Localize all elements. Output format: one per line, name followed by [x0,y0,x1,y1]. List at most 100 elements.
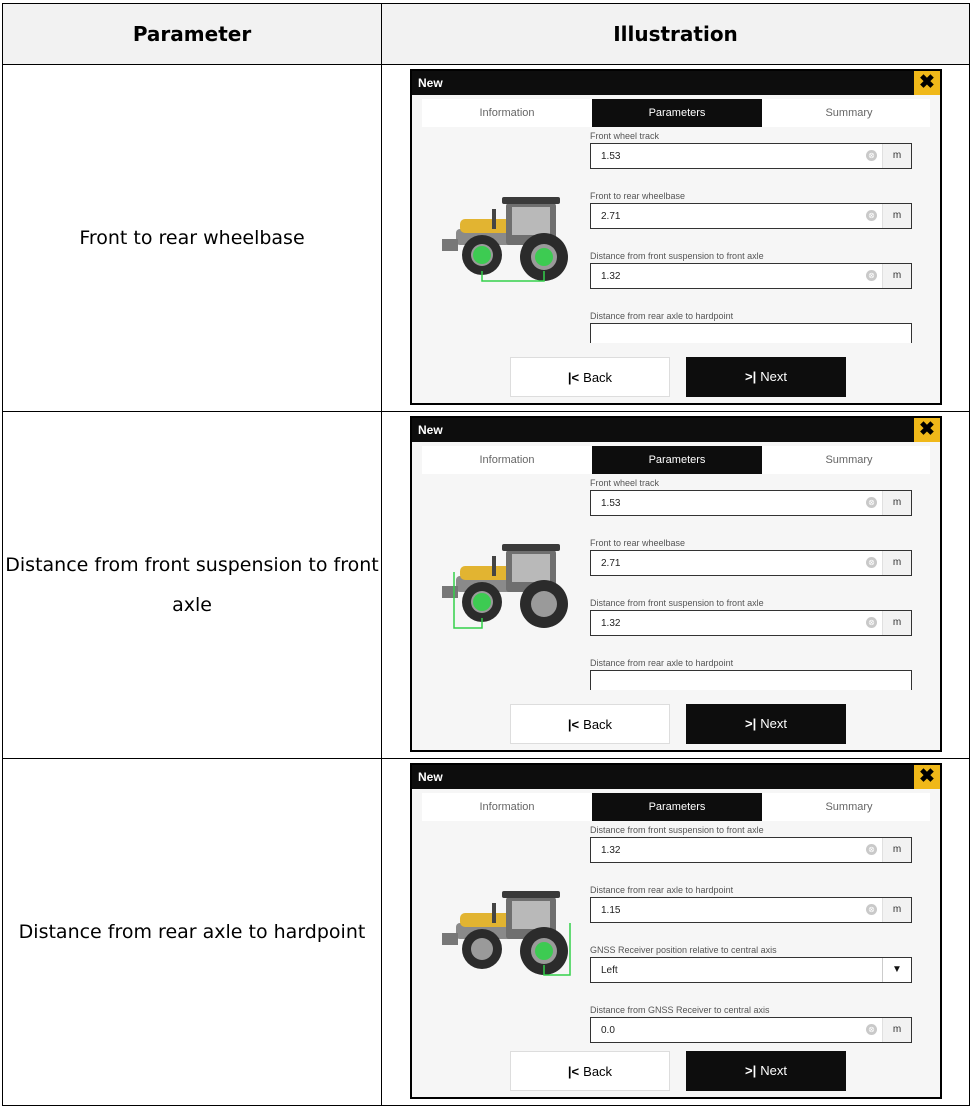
value-input[interactable]: 1.15 ⊗ m [590,897,912,923]
dialog-footer: |< Back >| Next [412,1043,940,1097]
title-bar: New ✖ [412,418,940,442]
tab-information[interactable]: Information [422,99,592,127]
tab-information[interactable]: Information [422,446,592,474]
tab-information[interactable]: Information [422,793,592,821]
field-value: 1.53 [601,151,621,162]
table-row: Distance from front suspension to front … [2,411,970,759]
clear-icon[interactable]: ⊗ [866,150,877,161]
clear-icon[interactable]: ⊗ [866,904,877,915]
unit-label: m [882,144,911,168]
select-field[interactable]: Left ▼ [590,957,912,983]
dialog-footer: |< Back >| Next [412,696,940,750]
back-button[interactable]: |< Back [510,357,670,397]
field-label: Distance from front suspension to front … [590,825,764,835]
tab-parameters[interactable]: Parameters [592,99,762,127]
unit-label: m [882,491,911,515]
value-input[interactable]: 1.32 ⊗ m [590,837,912,863]
back-label: Back [583,717,613,732]
header-parameter: Parameter [2,3,382,65]
param-field: Distance from rear axle to hardpoint [590,656,912,690]
unit-label: m [882,1018,911,1042]
next-label: Next [760,1063,787,1078]
back-button[interactable]: |< Back [510,1051,670,1091]
next-button[interactable]: >| Next [686,704,846,744]
param-field: Distance from GNSS Receiver to central a… [590,1003,912,1043]
clear-icon[interactable]: ⊗ [866,1024,877,1035]
back-button[interactable]: |< Back [510,704,670,744]
value-input[interactable]: 2.71 ⊗ m [590,203,912,229]
unit-label: m [882,204,911,228]
field-label: GNSS Receiver position relative to centr… [590,945,777,955]
app-screenshot: New ✖ Information Parameters Summary Dis… [410,763,942,1099]
field-value: 1.32 [601,618,621,629]
tractor-image [442,891,571,976]
value-input[interactable]: 0.0 ⊗ m [590,1017,912,1043]
value-input[interactable]: 1.32 ⊗ m [590,263,912,289]
close-icon[interactable]: ✖ [914,418,940,442]
value-input[interactable] [590,670,912,690]
table-row: Front to rear wheelbase New ✖ Informatio… [2,64,970,412]
tab-bar: Information Parameters Summary [422,446,930,474]
field-value: 1.32 [601,271,621,282]
close-icon[interactable]: ✖ [914,765,940,789]
next-icon: >| [745,1063,757,1078]
field-label: Distance from rear axle to hardpoint [590,658,734,668]
tab-parameters[interactable]: Parameters [592,793,762,821]
clear-icon[interactable]: ⊗ [866,844,877,855]
back-label: Back [583,1064,613,1079]
back-label: Back [583,370,613,385]
unit-label: m [882,838,911,862]
clear-icon[interactable]: ⊗ [866,557,877,568]
value-input[interactable]: 1.32 ⊗ m [590,610,912,636]
clear-icon[interactable]: ⊗ [866,497,877,508]
value-input[interactable]: 1.53 ⊗ m [590,143,912,169]
field-label: Distance from rear axle to hardpoint [590,885,734,895]
param-field: Distance from front suspension to front … [590,823,912,863]
table-row: Distance from rear axle to hardpoint New… [2,758,970,1106]
param-field: Front wheel track 1.53 ⊗ m [590,476,912,516]
illustration-cell: New ✖ Information Parameters Summary Dis… [381,758,970,1106]
field-value: 0.0 [601,1025,615,1036]
tractor-image [442,197,568,282]
value-input[interactable]: 2.71 ⊗ m [590,550,912,576]
clear-icon[interactable]: ⊗ [866,617,877,628]
next-button[interactable]: >| Next [686,357,846,397]
next-button[interactable]: >| Next [686,1051,846,1091]
close-icon[interactable]: ✖ [914,71,940,95]
tab-summary[interactable]: Summary [764,99,934,127]
tab-bar: Information Parameters Summary [422,793,930,821]
unit-label: m [882,898,911,922]
value-input[interactable]: 1.53 ⊗ m [590,490,912,516]
tab-summary[interactable]: Summary [764,793,934,821]
back-icon: |< [567,1064,580,1079]
parameters-panel: Front wheel track 1.53 ⊗ m Front to rear… [412,476,940,696]
field-value: 1.53 [601,498,621,509]
title-bar: New ✖ [412,765,940,789]
clear-icon[interactable]: ⊗ [866,270,877,281]
next-icon: >| [745,716,757,731]
field-label: Distance from front suspension to front … [590,598,764,608]
field-value: 2.71 [601,211,621,222]
field-label: Front to rear wheelbase [590,538,686,548]
field-value: 1.32 [601,845,621,856]
param-field: GNSS Receiver position relative to centr… [590,943,912,983]
field-label: Front to rear wheelbase [590,191,686,201]
title-bar: New ✖ [412,71,940,95]
param-field: Distance from front suspension to front … [590,249,912,289]
chevron-down-icon[interactable]: ▼ [882,958,911,982]
tractor-image [442,544,568,629]
dialog-footer: |< Back >| Next [412,349,940,403]
clear-icon[interactable]: ⊗ [866,210,877,221]
dialog-title: New [418,76,443,90]
field-label: Front wheel track [590,478,660,488]
tab-summary[interactable]: Summary [764,446,934,474]
tab-bar: Information Parameters Summary [422,99,930,127]
value-input[interactable] [590,323,912,343]
field-value: 1.15 [601,905,621,916]
param-field: Front to rear wheelbase 2.71 ⊗ m [590,189,912,229]
param-field: Front wheel track 1.53 ⊗ m [590,129,912,169]
tab-parameters[interactable]: Parameters [592,446,762,474]
illustration-cell: New ✖ Information Parameters Summary Fro… [381,64,970,412]
param-field: Distance from front suspension to front … [590,596,912,636]
field-label: Front wheel track [590,131,660,141]
